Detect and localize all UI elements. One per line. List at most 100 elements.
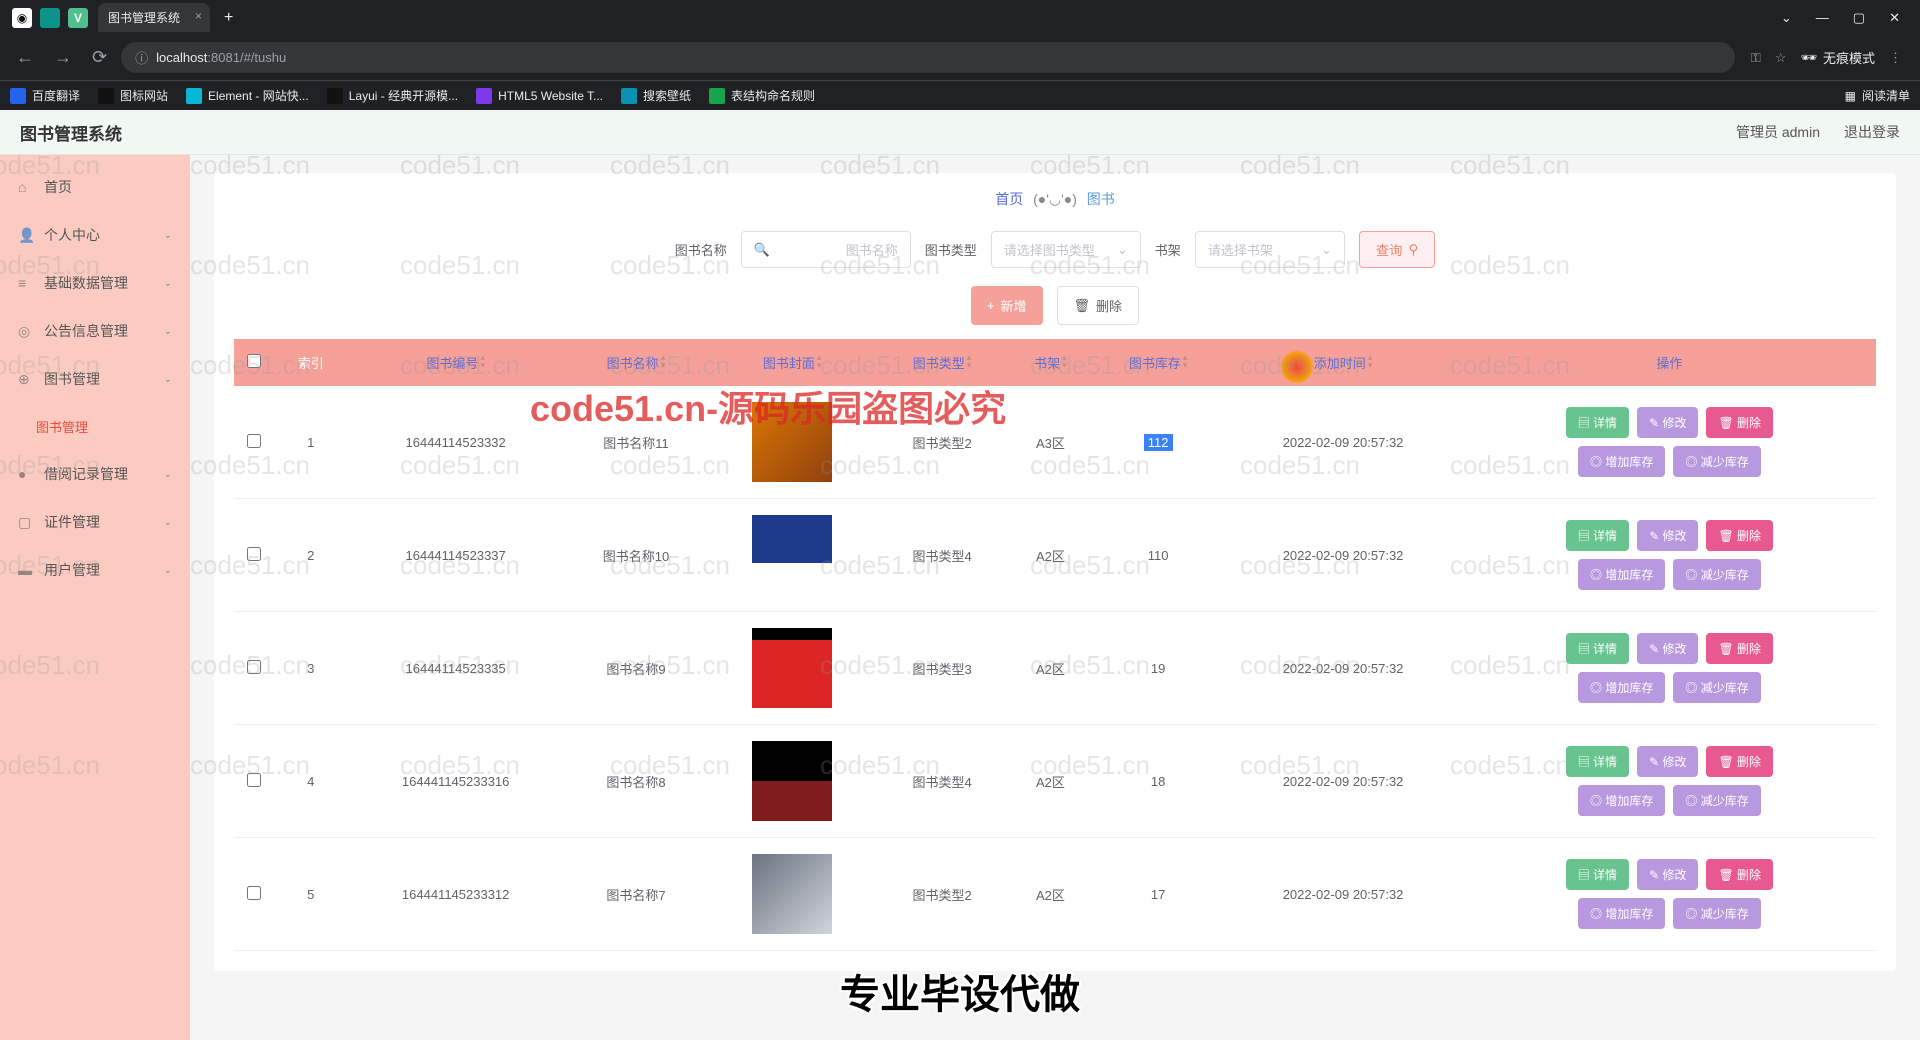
chevron-down-icon: ⌄: [1117, 242, 1128, 258]
breadcrumb-home[interactable]: 首页: [995, 191, 1023, 207]
row-checkbox[interactable]: [247, 434, 261, 448]
increase-stock-button[interactable]: ◎ 增加库存: [1578, 672, 1665, 703]
decrease-stock-button[interactable]: ◎ 减少库存: [1673, 672, 1760, 703]
dropdown-icon[interactable]: ⌄: [1781, 10, 1792, 26]
star-icon[interactable]: ☆: [1775, 50, 1787, 66]
cell-time: 2022-02-09 20:57:32: [1223, 612, 1462, 725]
edit-button[interactable]: ✎ 修改: [1637, 520, 1698, 551]
col-name[interactable]: 图书名称▴▾: [564, 339, 708, 386]
row-delete-button[interactable]: 🗑 删除: [1706, 407, 1773, 438]
detail-button[interactable]: ▤ 详情: [1566, 520, 1629, 551]
row-checkbox[interactable]: [247, 773, 261, 787]
detail-button[interactable]: ▤ 详情: [1566, 746, 1629, 777]
detail-button[interactable]: ▤ 详情: [1566, 859, 1629, 890]
bookmark-item[interactable]: 搜索壁纸: [621, 87, 691, 104]
new-tab-button[interactable]: +: [224, 9, 233, 27]
increase-stock-button[interactable]: ◎ 增加库存: [1578, 446, 1665, 477]
edit-button[interactable]: ✎ 修改: [1637, 746, 1698, 777]
book-cover-image[interactable]: [752, 628, 832, 708]
col-code[interactable]: 图书编号▴▾: [348, 339, 564, 386]
increase-stock-button[interactable]: ◎ 增加库存: [1578, 785, 1665, 816]
row-checkbox[interactable]: [247, 886, 261, 900]
user-icon: 👤: [18, 227, 34, 243]
sidebar-item-books[interactable]: ⊕图书管理⌄: [0, 355, 190, 403]
bookmark-item[interactable]: Element - 网站快...: [186, 87, 309, 104]
delete-button[interactable]: 🗑删除: [1057, 286, 1140, 325]
users-icon: ▬: [18, 562, 34, 578]
address-bar[interactable]: ⓘ localhost:8081/#/tushu: [121, 42, 1735, 73]
sidebar-item-borrow[interactable]: ●借阅记录管理⌄: [0, 450, 190, 498]
decrease-stock-button[interactable]: ◎ 减少库存: [1673, 559, 1760, 590]
col-shelf[interactable]: 书架▴▾: [1008, 339, 1093, 386]
close-window-icon[interactable]: ✕: [1889, 10, 1900, 26]
edit-button[interactable]: ✎ 修改: [1637, 407, 1698, 438]
search-button[interactable]: 查询⚲: [1359, 231, 1435, 268]
col-type[interactable]: 图书类型▴▾: [876, 339, 1008, 386]
maximize-icon[interactable]: ▢: [1853, 10, 1865, 26]
back-icon[interactable]: ←: [10, 43, 40, 72]
menu-icon[interactable]: ⋮: [1889, 50, 1902, 66]
bookmark-item[interactable]: Layui - 经典开源模...: [327, 87, 458, 104]
edit-button[interactable]: ✎ 修改: [1637, 859, 1698, 890]
decrease-stock-button[interactable]: ◎ 减少库存: [1673, 785, 1760, 816]
cell-stock: 17: [1093, 838, 1224, 951]
decrease-stock-button[interactable]: ◎ 减少库存: [1673, 898, 1760, 929]
detail-button[interactable]: ▤ 详情: [1566, 407, 1629, 438]
select-all-checkbox[interactable]: [247, 354, 261, 368]
favicon: ◉: [12, 8, 32, 28]
sidebar-subitem-books[interactable]: 图书管理: [0, 403, 190, 450]
sidebar-item-home[interactable]: ⌂首页: [0, 163, 190, 211]
sidebar-item-users[interactable]: ▬用户管理⌄: [0, 546, 190, 594]
search-type-select[interactable]: 请选择图书类型⌄: [991, 231, 1141, 268]
cell-index: 2: [274, 499, 348, 612]
increase-stock-button[interactable]: ◎ 增加库存: [1578, 559, 1665, 590]
col-stock[interactable]: 图书库存▴▾: [1093, 339, 1224, 386]
book-cover-image[interactable]: [752, 402, 832, 482]
row-checkbox[interactable]: [247, 547, 261, 561]
decrease-stock-button[interactable]: ◎ 减少库存: [1673, 446, 1760, 477]
increase-stock-button[interactable]: ◎ 增加库存: [1578, 898, 1665, 929]
chevron-down-icon: ⌄: [164, 326, 172, 337]
row-delete-button[interactable]: 🗑 删除: [1706, 746, 1773, 777]
sidebar-item-basedata[interactable]: ≡基础数据管理⌄: [0, 259, 190, 307]
col-time[interactable]: 添加时间▴▾: [1223, 339, 1462, 386]
bookmark-item[interactable]: 百度翻译: [10, 87, 80, 104]
cell-name: 图书名称8: [564, 725, 708, 838]
search-shelf-select[interactable]: 请选择书架⌄: [1195, 231, 1345, 268]
logout-link[interactable]: 退出登录: [1844, 122, 1900, 142]
bookmark-item[interactable]: 表结构命名规则: [709, 87, 815, 104]
bookmark-item[interactable]: HTML5 Website T...: [476, 88, 603, 104]
sidebar-item-cert[interactable]: ▢证件管理⌄: [0, 498, 190, 546]
cell-shelf: A2区: [1008, 612, 1093, 725]
user-label[interactable]: 管理员 admin: [1736, 122, 1820, 142]
browser-tab[interactable]: 图书管理系统 ×: [98, 3, 210, 32]
forward-icon[interactable]: →: [48, 43, 78, 72]
cell-stock: 19: [1093, 612, 1224, 725]
book-cover-image[interactable]: [752, 854, 832, 934]
bookmark-item[interactable]: 图标网站: [98, 87, 168, 104]
cell-code: 164441145233312: [348, 838, 564, 951]
edit-button[interactable]: ✎ 修改: [1637, 633, 1698, 664]
row-delete-button[interactable]: 🗑 删除: [1706, 859, 1773, 890]
row-delete-button[interactable]: 🗑 删除: [1706, 633, 1773, 664]
sidebar-item-notice[interactable]: ◎公告信息管理⌄: [0, 307, 190, 355]
book-cover-image[interactable]: [752, 515, 832, 595]
row-checkbox[interactable]: [247, 660, 261, 674]
book-cover-image[interactable]: [752, 741, 832, 821]
col-index: 索引: [274, 339, 348, 386]
close-icon[interactable]: ×: [195, 9, 202, 23]
table-row: 2 16444114523337 图书名称10 图书类型4 A2区 110 20…: [234, 499, 1876, 612]
detail-button[interactable]: ▤ 详情: [1566, 633, 1629, 664]
cell-code: 164441145233316: [348, 725, 564, 838]
sidebar-item-profile[interactable]: 👤个人中心⌄: [0, 211, 190, 259]
col-cover[interactable]: 图书封面▴▾: [708, 339, 876, 386]
minimize-icon[interactable]: —: [1816, 10, 1829, 26]
row-delete-button[interactable]: 🗑 删除: [1706, 520, 1773, 551]
search-name-input[interactable]: 🔍 图书名称: [741, 231, 911, 268]
cell-stock: 110: [1093, 499, 1224, 612]
reading-list[interactable]: ▦阅读清单: [1845, 87, 1910, 104]
cell-shelf: A2区: [1008, 838, 1093, 951]
add-button[interactable]: +新增: [971, 286, 1043, 325]
key-icon[interactable]: ⚿: [1751, 50, 1761, 66]
reload-icon[interactable]: ⟳: [86, 43, 113, 72]
